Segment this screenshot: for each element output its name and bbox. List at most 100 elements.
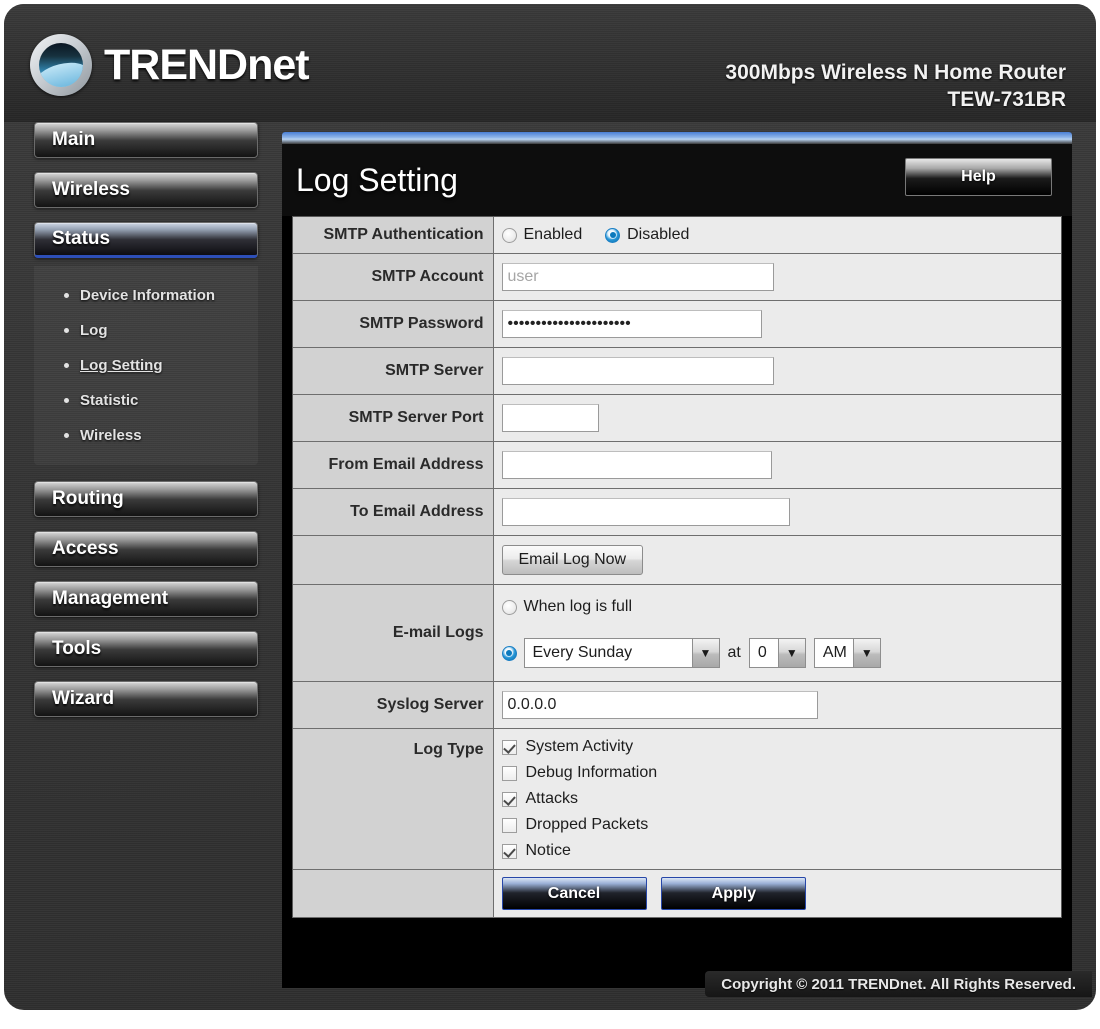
- submenu-item-wireless[interactable]: Wireless: [34, 418, 258, 453]
- row-smtp-server: SMTP Server: [293, 347, 1061, 395]
- submenu-item-log-setting[interactable]: Log Setting: [34, 348, 258, 383]
- product-model: TEW-731BR: [947, 87, 1066, 111]
- value-syslog-server: [493, 681, 1061, 729]
- label-email-log-now-empty: [293, 535, 494, 585]
- radio-when-log-is-full[interactable]: When log is full: [501, 598, 632, 616]
- chevron-down-icon: ▼: [777, 639, 805, 668]
- at-label: at: [727, 644, 741, 662]
- smtp-account-input[interactable]: [501, 263, 774, 292]
- router-admin-window: TRENDnet 300Mbps Wireless N Home Router …: [4, 4, 1096, 1010]
- radio-off-icon: [501, 227, 517, 243]
- settings-table: SMTP Authentication Enabled Disabled SMT…: [293, 217, 1061, 919]
- page-title: Log Setting: [296, 161, 458, 198]
- sidebar-label-tools: Tools: [52, 638, 102, 659]
- smtp-server-port-input[interactable]: [501, 404, 599, 433]
- sidebar-item-tools[interactable]: Tools: [34, 631, 258, 667]
- row-email-logs: E-mail Logs When log is full Every Sunda…: [293, 584, 1061, 682]
- panel-top-accent-bar: [282, 132, 1072, 144]
- sidebar-label-routing: Routing: [52, 488, 124, 509]
- brand-lower: net: [247, 40, 309, 89]
- checkbox-label-notice: Notice: [525, 842, 571, 860]
- checkbox-attacks[interactable]: Attacks: [501, 790, 1054, 808]
- value-smtp-server-port: [493, 394, 1061, 442]
- sidebar-item-management[interactable]: Management: [34, 581, 258, 617]
- sidebar-item-status[interactable]: Status: [34, 222, 258, 258]
- value-from-email: [493, 441, 1061, 489]
- bullet-icon: [64, 293, 69, 298]
- checkbox-checked-icon: [501, 739, 517, 755]
- checkbox-system-activity[interactable]: System Activity: [501, 738, 1054, 756]
- radio-smtp-auth-disabled[interactable]: Disabled: [605, 226, 689, 244]
- page-header: TRENDnet 300Mbps Wireless N Home Router …: [4, 4, 1096, 122]
- value-smtp-server: [493, 347, 1061, 395]
- trendnet-logo: TRENDnet: [30, 34, 310, 96]
- submenu-item-log[interactable]: Log: [34, 313, 258, 348]
- value-actions: Cancel Apply: [493, 869, 1061, 918]
- apply-button[interactable]: Apply: [661, 877, 807, 911]
- log-setting-form: SMTP Authentication Enabled Disabled SMT…: [292, 216, 1062, 919]
- chevron-down-icon: ▼: [691, 639, 719, 668]
- schedule-hour-value: 0: [757, 644, 767, 662]
- sidebar-item-main[interactable]: Main: [34, 122, 258, 158]
- sidebar-label-wizard: Wizard: [52, 688, 115, 709]
- to-email-input[interactable]: [501, 498, 790, 527]
- cancel-button[interactable]: Cancel: [501, 877, 647, 911]
- value-to-email: [493, 488, 1061, 536]
- sidebar-navigation: Main Wireless Status Device Information …: [4, 122, 282, 1010]
- row-to-email: To Email Address: [293, 488, 1061, 536]
- label-email-logs: E-mail Logs: [293, 584, 494, 682]
- radio-label-enabled: Enabled: [523, 226, 583, 243]
- trendnet-logo-icon: [30, 34, 92, 96]
- syslog-server-input[interactable]: [501, 691, 818, 720]
- checkbox-unchecked-icon: [501, 765, 517, 781]
- content-panel: Log Setting Help SMTP Authentication Ena…: [282, 132, 1072, 988]
- label-smtp-password: SMTP Password: [293, 300, 494, 348]
- help-button[interactable]: Help: [905, 158, 1052, 196]
- sidebar-item-wireless[interactable]: Wireless: [34, 172, 258, 208]
- radio-on-icon: [605, 227, 621, 243]
- product-model-block: 300Mbps Wireless N Home Router TEW-731BR: [725, 60, 1066, 114]
- submenu-label-log-setting: Log Setting: [80, 357, 163, 374]
- from-email-input[interactable]: [501, 451, 772, 480]
- row-smtp-account: SMTP Account: [293, 253, 1061, 301]
- schedule-hour-select[interactable]: 0 ▼: [748, 638, 806, 669]
- sidebar-label-main: Main: [52, 129, 96, 150]
- label-smtp-authentication: SMTP Authentication: [293, 217, 494, 254]
- checkbox-label-system-activity: System Activity: [525, 738, 634, 756]
- sidebar-submenu-status: Device Information Log Log Setting Stati…: [34, 266, 258, 465]
- smtp-password-input[interactable]: [501, 310, 762, 339]
- sidebar-item-wizard[interactable]: Wizard: [34, 681, 258, 717]
- sidebar-label-status: Status: [52, 228, 111, 249]
- radio-off-icon: [501, 599, 517, 615]
- sidebar-item-access[interactable]: Access: [34, 531, 258, 567]
- value-email-log-now: Email Log Now: [493, 535, 1061, 585]
- sidebar-item-routing[interactable]: Routing: [34, 481, 258, 517]
- label-syslog-server: Syslog Server: [293, 681, 494, 729]
- checkbox-label-debug-information: Debug Information: [525, 764, 658, 782]
- submenu-item-statistic[interactable]: Statistic: [34, 383, 258, 418]
- submenu-item-device-information[interactable]: Device Information: [34, 278, 258, 313]
- label-smtp-account: SMTP Account: [293, 253, 494, 301]
- radio-on-icon-schedule[interactable]: [501, 645, 517, 661]
- checkbox-dropped-packets[interactable]: Dropped Packets: [501, 816, 1054, 834]
- sidebar-label-management: Management: [52, 588, 169, 609]
- bullet-icon: [64, 433, 69, 438]
- smtp-server-input[interactable]: [501, 357, 774, 386]
- value-email-logs: When log is full Every Sunday ▼ at 0 ▼ A…: [493, 584, 1061, 682]
- row-smtp-server-port: SMTP Server Port: [293, 394, 1061, 442]
- email-log-now-button[interactable]: Email Log Now: [501, 545, 644, 576]
- submenu-label-wireless: Wireless: [80, 427, 142, 444]
- label-smtp-server-port: SMTP Server Port: [293, 394, 494, 442]
- submenu-label-device-information: Device Information: [80, 287, 216, 304]
- radio-smtp-auth-enabled[interactable]: Enabled: [501, 226, 583, 244]
- checkbox-label-dropped-packets: Dropped Packets: [525, 816, 649, 834]
- row-actions: Cancel Apply: [293, 869, 1061, 918]
- checkbox-debug-information[interactable]: Debug Information: [501, 764, 1054, 782]
- schedule-ampm-value: AM: [822, 644, 847, 662]
- value-smtp-authentication: Enabled Disabled: [493, 217, 1061, 254]
- radio-label-disabled: Disabled: [627, 226, 690, 243]
- sidebar-label-wireless: Wireless: [52, 179, 130, 200]
- schedule-day-select[interactable]: Every Sunday ▼: [523, 638, 720, 669]
- schedule-ampm-select[interactable]: AM ▼: [813, 638, 881, 669]
- checkbox-notice[interactable]: Notice: [501, 842, 1054, 860]
